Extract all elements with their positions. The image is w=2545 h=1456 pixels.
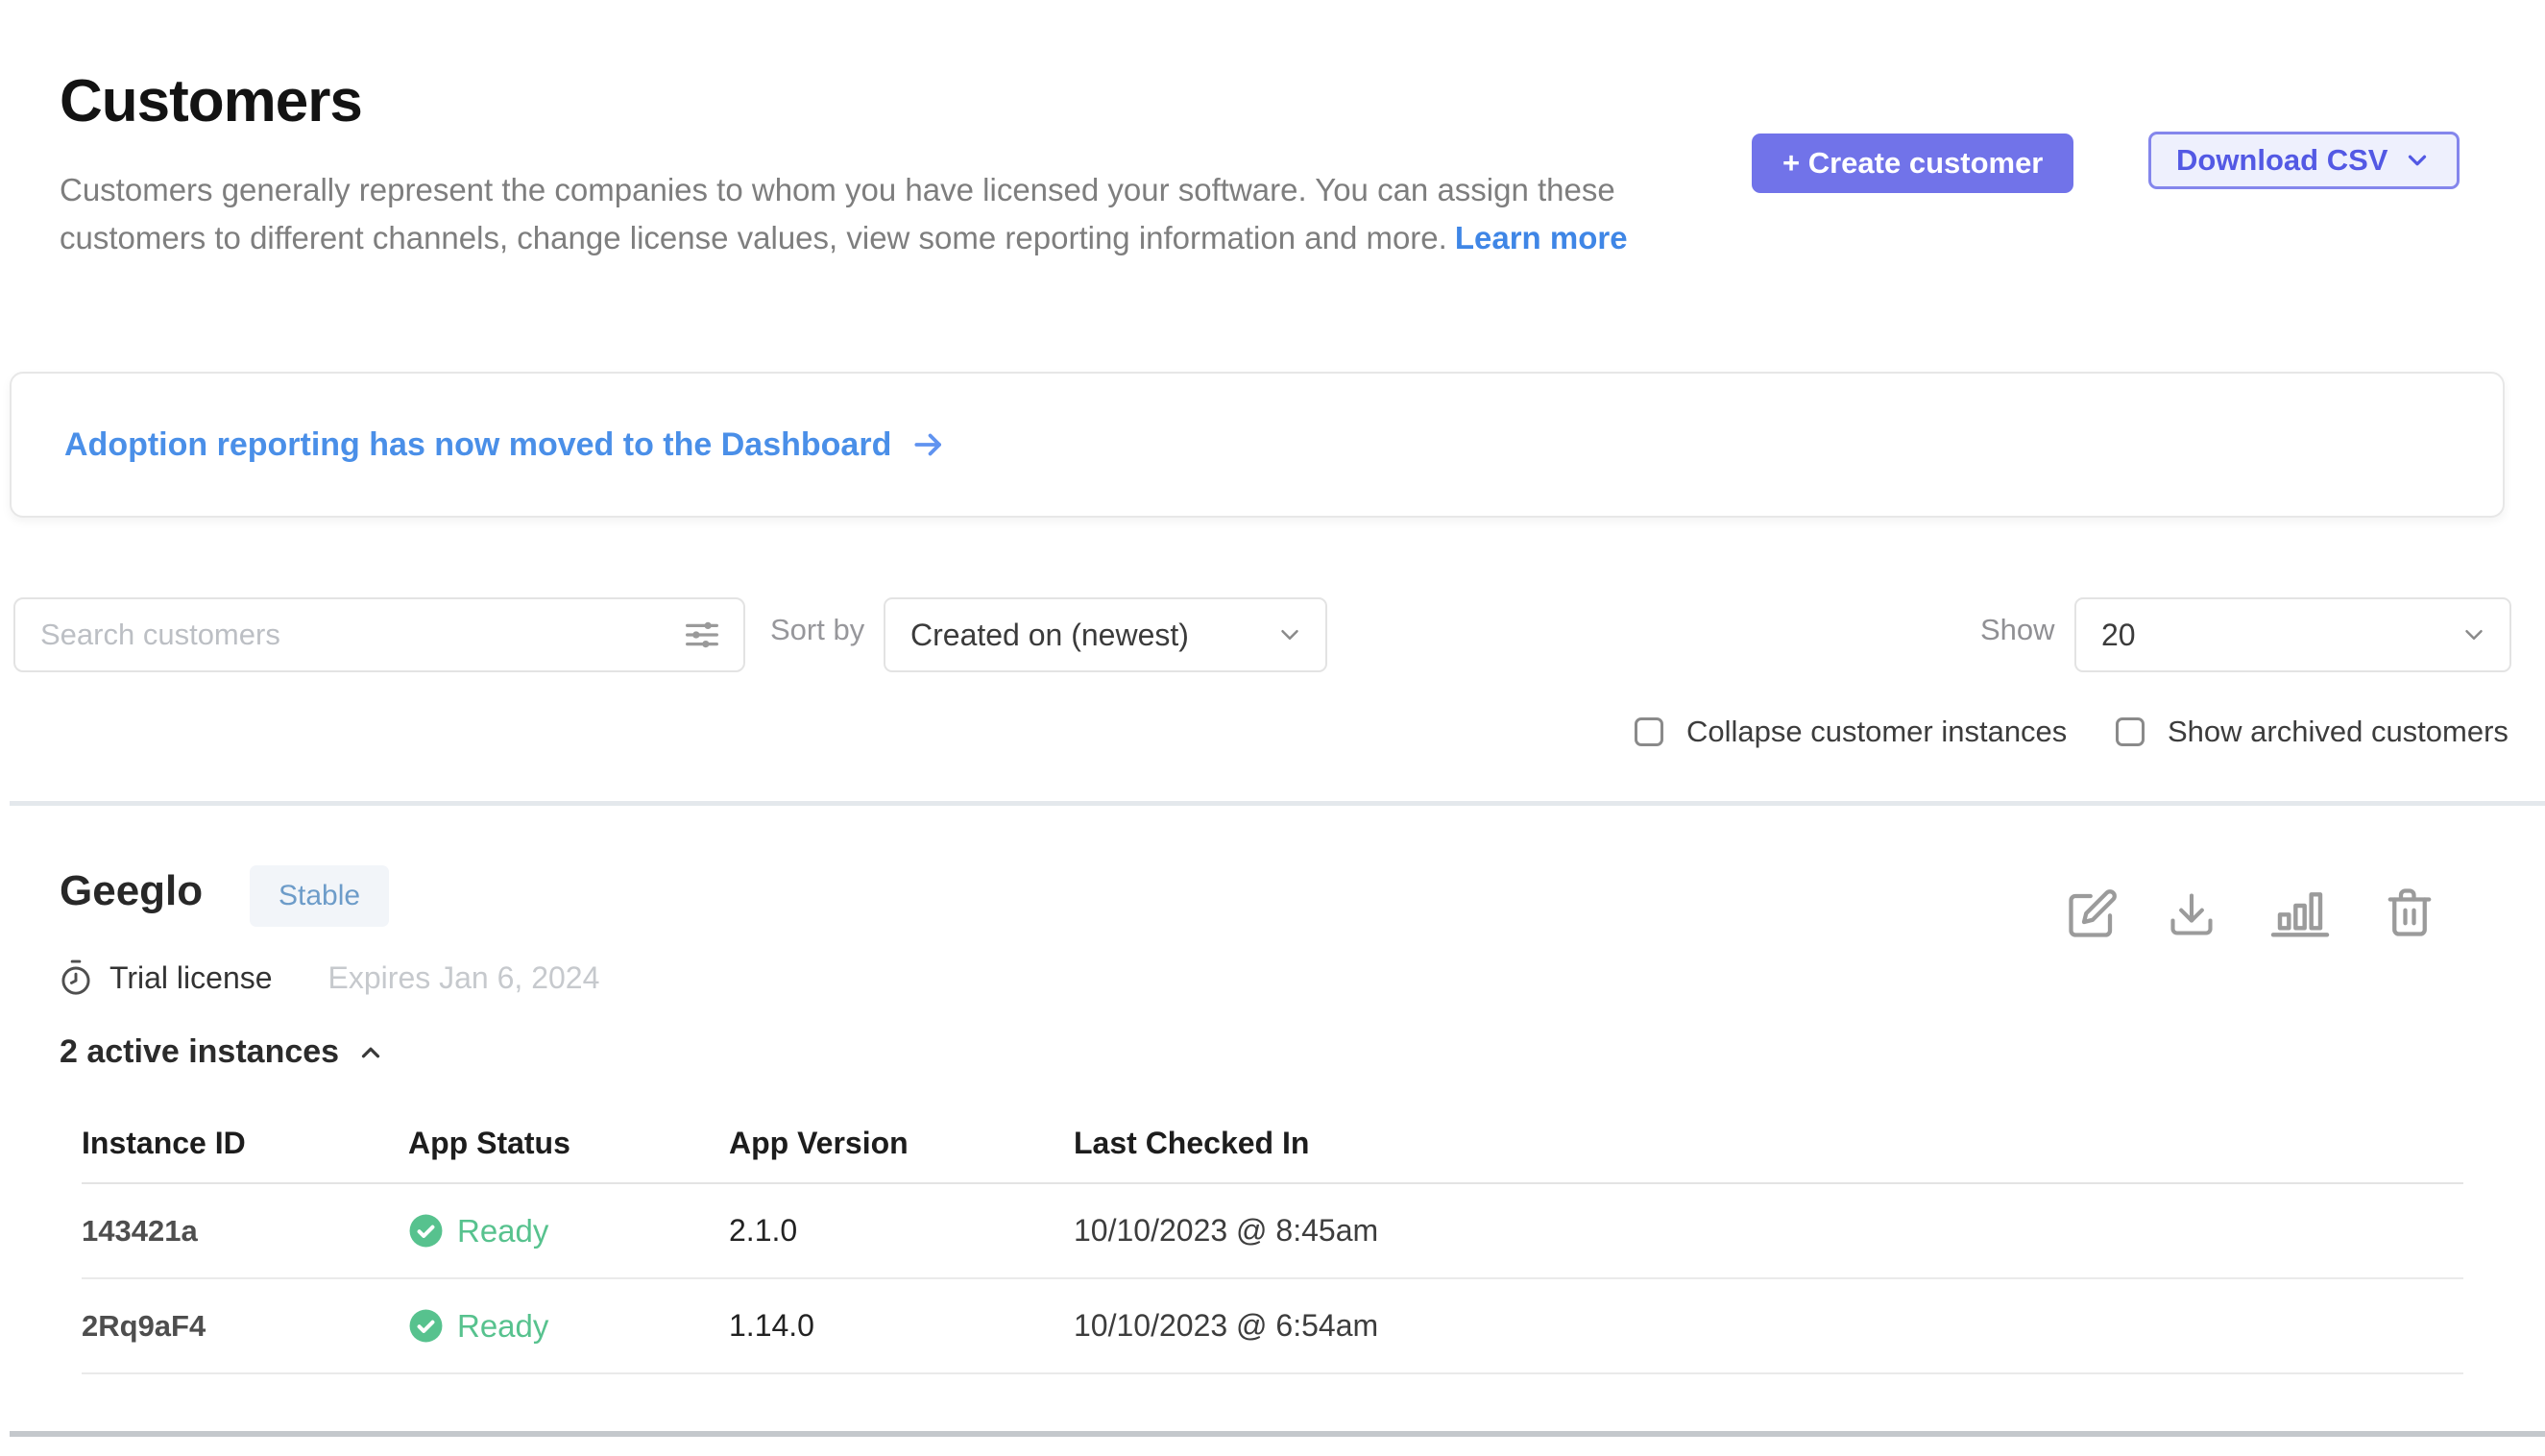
trash-icon (2384, 886, 2436, 939)
show-archived-label: Show archived customers (2168, 715, 2509, 749)
search-input[interactable] (38, 617, 680, 653)
filter-button[interactable] (680, 613, 724, 657)
collapse-instances-checkbox-row[interactable]: Collapse customer instances (1635, 715, 2067, 749)
bar-chart-icon (2265, 886, 2336, 939)
check-circle-icon (408, 1308, 444, 1344)
adoption-banner-text: Adoption reporting has now moved to the … (64, 426, 891, 464)
collapse-instances-label: Collapse customer instances (1686, 715, 2067, 749)
download-csv-label: Download CSV (2176, 143, 2387, 178)
page-description-text: Customers generally represent the compan… (60, 172, 1615, 255)
sliders-icon (680, 613, 724, 657)
active-instances-toggle[interactable]: 2 active instances (60, 1033, 385, 1071)
edit-icon (2067, 887, 2119, 939)
column-header-app-version: App Version (729, 1126, 1074, 1161)
app-version-cell: 2.1.0 (729, 1213, 1074, 1249)
last-checked-in-cell: 10/10/2023 @ 8:45am (1074, 1213, 2463, 1249)
sort-by-label: Sort by (770, 613, 864, 647)
learn-more-link[interactable]: Learn more (1455, 220, 1628, 255)
last-checked-in-cell: 10/10/2023 @ 6:54am (1074, 1308, 2463, 1344)
column-header-last-checked-in: Last Checked In (1074, 1126, 2463, 1161)
arrow-right-icon (910, 426, 947, 463)
license-expiration: Expires Jan 6, 2024 (328, 960, 600, 996)
show-count-select[interactable]: 20 (2074, 597, 2511, 672)
chevron-down-icon (2460, 620, 2488, 649)
column-header-instance-id: Instance ID (82, 1126, 408, 1161)
instance-id-cell: 2Rq9aF4 (82, 1309, 408, 1344)
page-title: Customers (60, 67, 362, 135)
app-status-cell: Ready (408, 1308, 729, 1345)
show-archived-checkbox-row[interactable]: Show archived customers (2116, 715, 2509, 749)
app-status-text: Ready (457, 1308, 548, 1345)
customer-card-divider (10, 1431, 2545, 1437)
active-instances-label: 2 active instances (60, 1033, 339, 1071)
instances-table: Instance ID App Status App Version Last … (82, 1112, 2463, 1374)
license-row: Trial license Expires Jan 6, 2024 (58, 959, 599, 997)
sort-select[interactable]: Created on (newest) (884, 597, 1327, 672)
app-version-cell: 1.14.0 (729, 1308, 1074, 1344)
page-description: Customers generally represent the compan… (60, 166, 1692, 262)
customer-reporting-button[interactable] (2265, 886, 2336, 939)
download-csv-button[interactable]: Download CSV (2148, 132, 2460, 189)
app-status-cell: Ready (408, 1213, 729, 1250)
customer-name[interactable]: Geeglo (60, 867, 203, 915)
edit-customer-button[interactable] (2067, 887, 2119, 939)
chevron-up-icon (356, 1038, 385, 1067)
archive-customer-button[interactable] (2384, 886, 2436, 939)
adoption-banner: Adoption reporting has now moved to the … (10, 372, 2505, 518)
license-type: Trial license (109, 960, 273, 996)
section-divider (10, 801, 2545, 806)
table-row: 2Rq9aF4 Ready 1.14.0 10/10/2023 @ 6:54am (82, 1279, 2463, 1374)
customers-page: Customers Customers generally represent … (0, 0, 2545, 1456)
download-license-button[interactable] (2167, 889, 2217, 939)
show-archived-checkbox[interactable] (2116, 717, 2145, 746)
create-customer-button[interactable]: + Create customer (1752, 133, 2073, 193)
column-header-app-status: App Status (408, 1126, 729, 1161)
app-status-text: Ready (457, 1213, 548, 1250)
chevron-down-icon (1275, 620, 1304, 649)
table-row: 143421a Ready 2.1.0 10/10/2023 @ 8:45am (82, 1184, 2463, 1279)
stopwatch-icon (58, 959, 94, 997)
instances-table-header: Instance ID App Status App Version Last … (82, 1112, 2463, 1184)
channel-badge: Stable (250, 865, 389, 927)
chevron-down-icon (2403, 146, 2432, 175)
check-circle-icon (408, 1213, 444, 1249)
search-box (13, 597, 745, 672)
adoption-banner-link[interactable]: Adoption reporting has now moved to the … (64, 426, 947, 464)
sort-select-value: Created on (newest) (910, 618, 1189, 653)
instance-id-cell: 143421a (82, 1214, 408, 1249)
download-icon (2167, 889, 2217, 939)
show-label: Show (1980, 613, 2055, 647)
show-count-value: 20 (2101, 618, 2136, 653)
collapse-instances-checkbox[interactable] (1635, 717, 1663, 746)
customer-actions (2067, 886, 2436, 939)
